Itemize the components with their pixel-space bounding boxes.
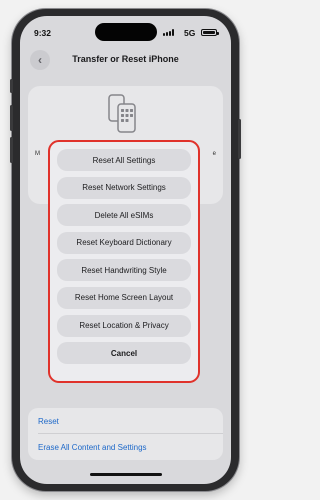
screen: 9:32 5G ‹ Transfer or Reset iPhone M e R… bbox=[20, 16, 231, 484]
reset-handwriting-style-button[interactable]: Reset Handwriting Style bbox=[57, 259, 191, 282]
reset-location-privacy-button[interactable]: Reset Location & Privacy bbox=[57, 314, 191, 337]
action-button bbox=[10, 79, 13, 93]
volume-up-button bbox=[10, 105, 13, 131]
reset-home-screen-layout-button[interactable]: Reset Home Screen Layout bbox=[57, 286, 191, 309]
home-indicator[interactable] bbox=[90, 473, 162, 476]
delete-all-esims-button[interactable]: Delete All eSIMs bbox=[57, 204, 191, 227]
reset-keyboard-dictionary-button[interactable]: Reset Keyboard Dictionary bbox=[57, 231, 191, 254]
reset-action-sheet: Reset All Settings Reset Network Setting… bbox=[48, 140, 200, 383]
reset-all-settings-button[interactable]: Reset All Settings bbox=[57, 149, 191, 171]
side-button bbox=[238, 119, 241, 159]
volume-down-button bbox=[10, 137, 13, 163]
cancel-button[interactable]: Cancel bbox=[57, 342, 191, 365]
reset-network-settings-button[interactable]: Reset Network Settings bbox=[57, 176, 191, 199]
